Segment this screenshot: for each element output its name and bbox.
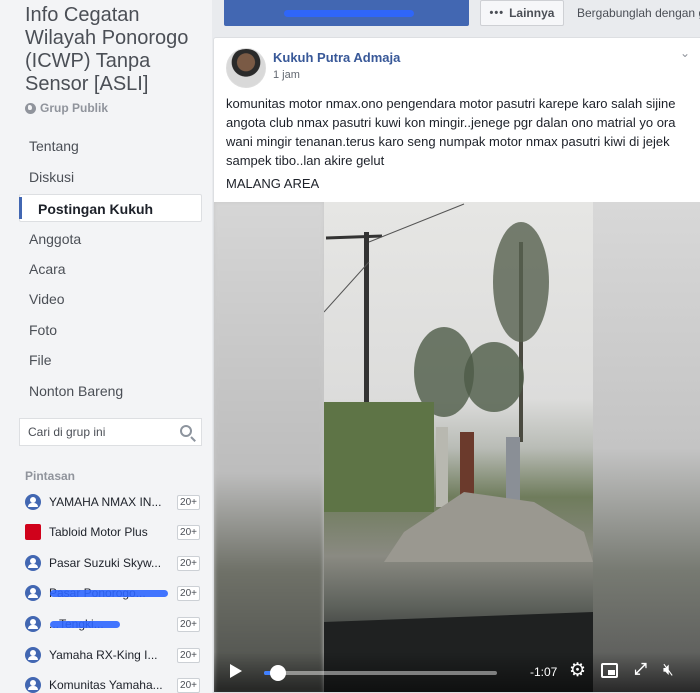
group-icon [25, 677, 41, 693]
post-location-text: MALANG AREA [226, 176, 320, 191]
shortcut-item[interactable]: Komunitas Yamaha... 20+ [25, 675, 200, 693]
nav-item-diskusi[interactable]: Diskusi [19, 163, 202, 191]
shortcut-item[interactable]: Pasar Suzuki Skyw... 20+ [25, 553, 200, 573]
globe-icon [25, 102, 36, 114]
avatar[interactable] [226, 48, 266, 88]
group-icon [25, 585, 41, 601]
group-search-input[interactable] [20, 419, 170, 445]
redaction-scribble [50, 590, 168, 597]
shortcut-item[interactable]: Yamaha RX-King I... 20+ [25, 645, 200, 665]
video-time-remaining: -1:07 [530, 665, 558, 679]
tree-canopy [493, 222, 549, 342]
nav-item-foto[interactable]: Foto [19, 316, 202, 344]
shortcut-label: Pasar Suzuki Skyw... [49, 556, 162, 570]
tabloid-logo-icon [25, 524, 41, 540]
person-figure [436, 427, 448, 507]
redaction-scribble [50, 621, 120, 628]
shortcut-item[interactable]: YAMAHA NMAX IN... 20+ [25, 492, 200, 512]
play-icon[interactable] [230, 664, 242, 678]
video-player[interactable]: -1:07 ⚙ ⤢ 🔇︎ [214, 202, 700, 692]
post-timestamp[interactable]: 1 jam [273, 69, 300, 81]
video-scrubber-handle[interactable] [269, 665, 286, 681]
tree-canopy [464, 342, 524, 412]
nav-item-file[interactable]: File [19, 346, 202, 374]
nav-item-video[interactable]: Video [19, 285, 202, 313]
group-privacy-label: Grup Publik [40, 101, 109, 115]
picture-in-picture-icon[interactable] [601, 663, 618, 678]
power-line [368, 203, 465, 243]
shortcut-item[interactable]: Tabloid Motor Plus 20+ [25, 522, 200, 542]
video-blur-right [593, 202, 700, 692]
post-options-icon[interactable]: ⌄ [680, 46, 690, 60]
shortcut-label: Komunitas Yamaha... [49, 678, 163, 692]
group-icon [25, 647, 41, 663]
notification-badge: 20+ [177, 647, 200, 663]
join-group-button[interactable] [224, 0, 469, 26]
fullscreen-icon[interactable]: ⤢ [634, 662, 647, 678]
shortcut-label: Yamaha RX-King I... [49, 648, 158, 662]
pole-crossbar [325, 234, 383, 240]
more-button-label: Lainnya [509, 6, 555, 20]
more-button[interactable]: ••• Lainnya [480, 0, 564, 26]
search-icon[interactable] [180, 425, 192, 437]
group-icon [25, 555, 41, 571]
video-frame[interactable] [324, 202, 593, 692]
shortcuts-heading: Pintasan [25, 469, 76, 483]
video-scene [324, 203, 593, 692]
nav-item-tentang[interactable]: Tentang [19, 132, 202, 160]
notification-badge: 20+ [177, 616, 200, 632]
power-line [324, 261, 370, 313]
post-card: Kukuh Putra Admaja 1 jam ⌄ komunitas mot… [213, 37, 700, 693]
nav-item-nonton-bareng[interactable]: Nonton Bareng [19, 377, 202, 405]
post-author[interactable]: Kukuh Putra Admaja [273, 50, 400, 65]
group-search [19, 418, 202, 446]
shortcut-label: Tabloid Motor Plus [49, 525, 148, 539]
nav-item-postingan-kukuh[interactable]: Postingan Kukuh [19, 194, 202, 222]
notification-badge: 20+ [177, 555, 200, 571]
group-privacy: Grup Publik [25, 101, 108, 115]
video-progress-bar[interactable] [264, 665, 497, 681]
shortcut-label: YAMAHA NMAX IN... [49, 495, 162, 509]
left-sidebar: Info Cegatan Wilayah Ponorogo (ICWP) Tan… [0, 0, 212, 693]
mute-icon[interactable]: 🔇︎ [663, 661, 674, 679]
notification-badge: 20+ [177, 494, 200, 510]
group-title[interactable]: Info Cegatan Wilayah Ponorogo (ICWP) Tan… [25, 4, 210, 96]
notification-badge: 20+ [177, 585, 200, 601]
nav-item-acara[interactable]: Acara [19, 255, 202, 283]
notification-badge: 20+ [177, 524, 200, 540]
group-icon [25, 616, 41, 632]
join-prompt-text: Bergabunglah dengan gr [577, 6, 700, 20]
group-icon [25, 494, 41, 510]
nav-item-anggota[interactable]: Anggota [19, 225, 202, 253]
roadside-hill [324, 402, 434, 512]
video-controls: -1:07 ⚙ ⤢ 🔇︎ [214, 652, 700, 692]
video-blur-left [214, 202, 324, 692]
post-body: komunitas motor nmax.ono pengendara moto… [226, 96, 676, 168]
notification-badge: 20+ [177, 677, 200, 693]
redaction-scribble [284, 10, 414, 17]
gear-icon[interactable]: ⚙ [569, 661, 586, 680]
more-dots-icon: ••• [489, 7, 505, 19]
